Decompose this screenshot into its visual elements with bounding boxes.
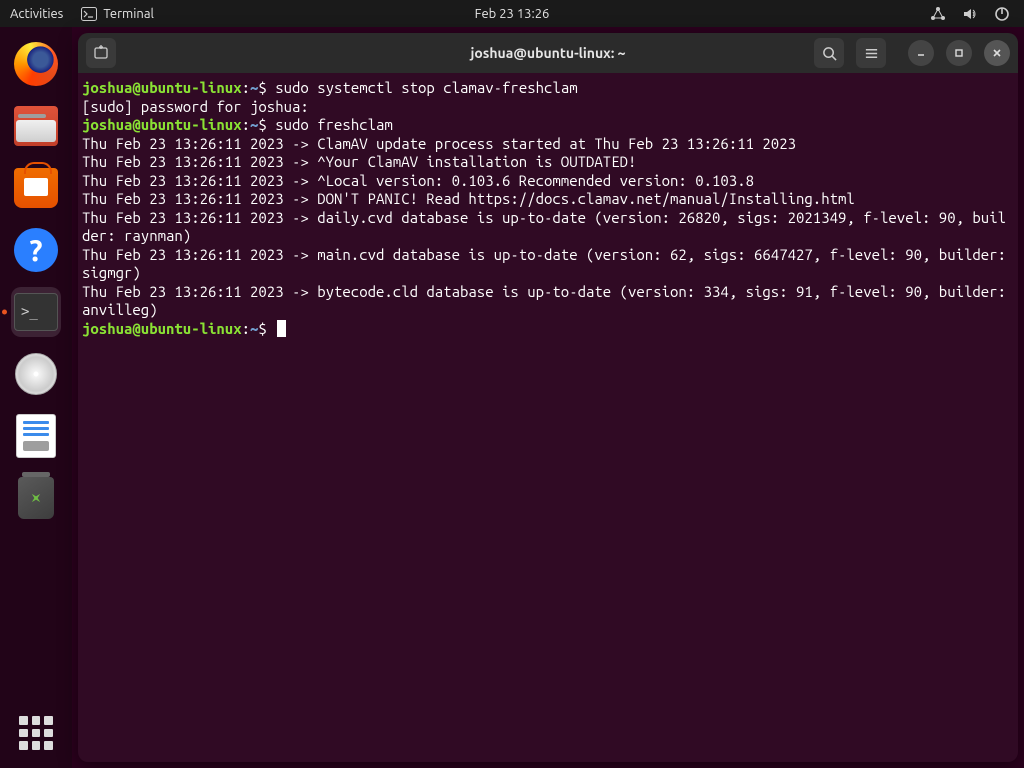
close-icon — [992, 48, 1002, 58]
search-icon — [822, 46, 837, 61]
apps-grid-icon — [19, 716, 53, 750]
maximize-icon — [954, 48, 964, 58]
terminal-icon: >_ — [14, 293, 58, 331]
terminal-output[interactable]: joshua@ubuntu-linux:~$ sudo systemctl st… — [78, 73, 1018, 762]
prompt-sep: : — [242, 116, 250, 133]
dock-files[interactable] — [11, 101, 61, 151]
new-tab-icon — [93, 45, 109, 61]
window-title: joshua@ubuntu-linux: ~ — [470, 45, 625, 61]
menu-button[interactable] — [856, 38, 886, 68]
dock-firefox[interactable] — [11, 39, 61, 89]
volume-icon[interactable] — [962, 6, 978, 22]
out-line: Thu Feb 23 13:26:11 2023 -> ^Your ClamAV… — [82, 153, 636, 170]
app-menu[interactable]: Terminal — [81, 7, 154, 21]
trash-icon — [18, 477, 54, 519]
terminal-window: joshua@ubuntu-linux: ~ — [78, 33, 1018, 762]
files-icon — [14, 106, 58, 146]
cmd-1: sudo systemctl stop clamav-freshclam — [267, 79, 578, 96]
out-line: Thu Feb 23 13:26:11 2023 -> daily.cvd da… — [82, 209, 1006, 245]
prompt-sigil: $ — [258, 320, 266, 337]
prompt-user: joshua@ubuntu-linux — [82, 79, 242, 96]
power-icon[interactable] — [994, 6, 1010, 22]
app-menu-label: Terminal — [103, 7, 154, 21]
dock-disk[interactable] — [11, 349, 61, 399]
clock[interactable]: Feb 23 13:26 — [475, 7, 550, 21]
new-tab-button[interactable] — [86, 38, 116, 68]
minimize-icon — [916, 48, 926, 58]
out-line: Thu Feb 23 13:26:11 2023 -> ^Local versi… — [82, 172, 754, 189]
terminal-icon — [81, 7, 97, 21]
out-line: Thu Feb 23 13:26:11 2023 -> main.cvd dat… — [82, 246, 1014, 282]
disk-icon — [15, 353, 57, 395]
cmd-2: sudo freshclam — [267, 116, 393, 133]
dock-help[interactable]: ? — [11, 225, 61, 275]
maximize-button[interactable] — [946, 40, 972, 66]
minimize-button[interactable] — [908, 40, 934, 66]
titlebar[interactable]: joshua@ubuntu-linux: ~ — [78, 33, 1018, 73]
prompt-sigil: $ — [258, 79, 266, 96]
search-button[interactable] — [814, 38, 844, 68]
close-button[interactable] — [984, 40, 1010, 66]
dock-terminal[interactable]: >_ — [11, 287, 61, 337]
dock-software[interactable] — [11, 163, 61, 213]
top-bar: Activities Terminal Feb 23 13:26 — [0, 0, 1024, 27]
firefox-icon — [14, 42, 58, 86]
prompt-user: joshua@ubuntu-linux — [82, 116, 242, 133]
help-icon: ? — [14, 228, 58, 272]
cursor — [277, 320, 286, 337]
prompt-sep: : — [242, 320, 250, 337]
prompt-sep: : — [242, 79, 250, 96]
network-icon[interactable] — [930, 6, 946, 22]
dock: ? >_ — [0, 27, 72, 768]
out-line: Thu Feb 23 13:26:11 2023 -> DON'T PANIC!… — [82, 190, 855, 207]
out-line: Thu Feb 23 13:26:11 2023 -> bytecode.cld… — [82, 283, 1014, 319]
prompt-sigil: $ — [258, 116, 266, 133]
dock-texteditor[interactable] — [11, 411, 61, 461]
prompt-user: joshua@ubuntu-linux — [82, 320, 242, 337]
activities-button[interactable]: Activities — [10, 7, 63, 21]
texteditor-icon — [16, 414, 56, 458]
software-icon — [14, 168, 58, 208]
dock-trash[interactable] — [11, 473, 61, 523]
hamburger-icon — [864, 46, 879, 61]
out-line: [sudo] password for joshua: — [82, 98, 309, 115]
out-line: Thu Feb 23 13:26:11 2023 -> ClamAV updat… — [82, 135, 796, 152]
show-apps-button[interactable] — [0, 716, 72, 750]
